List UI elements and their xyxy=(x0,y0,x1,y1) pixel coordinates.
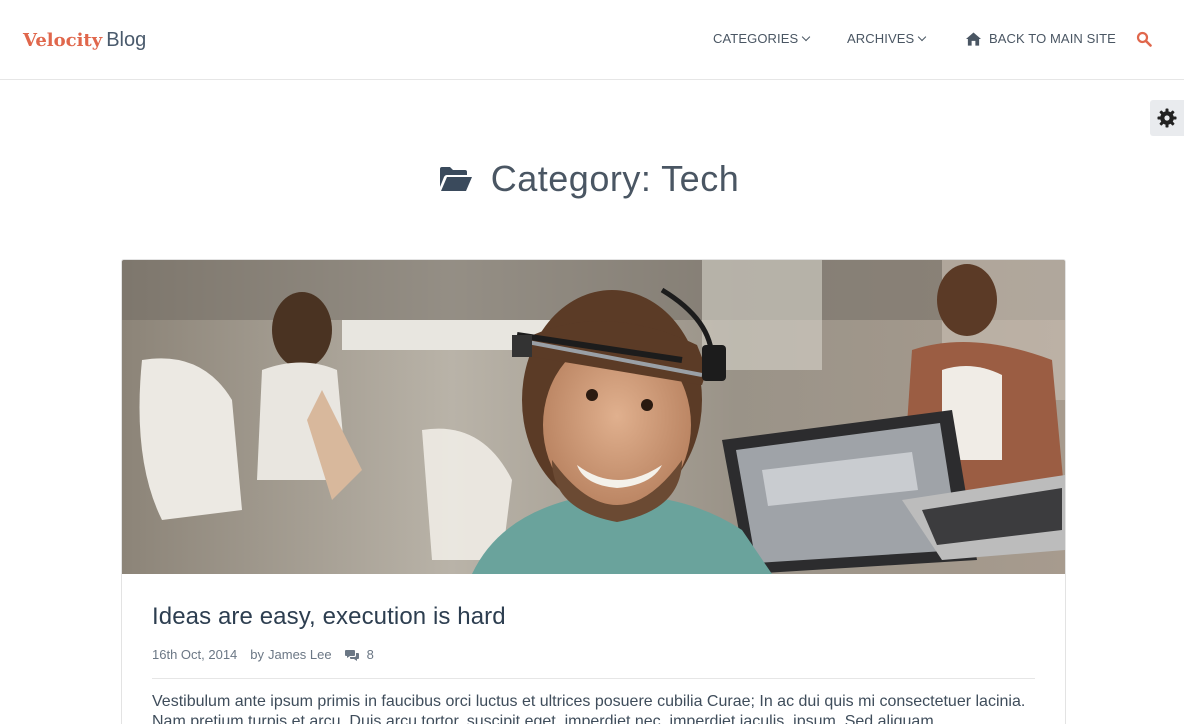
post-meta: 16th Oct, 2014 by James Lee 8 xyxy=(152,647,374,662)
nav-archives[interactable]: ARCHIVES xyxy=(847,31,927,46)
comments-icon xyxy=(344,649,359,661)
nav-archives-label: ARCHIVES xyxy=(847,31,915,46)
settings-toggle[interactable] xyxy=(1150,100,1184,136)
chevron-down-icon xyxy=(802,32,811,41)
nav-back-label: BACK TO MAIN SITE xyxy=(989,31,1116,46)
home-icon xyxy=(966,31,981,46)
post-date: 16th Oct, 2014 xyxy=(152,647,238,662)
nav-back-to-main-site[interactable]: BACK TO MAIN SITE xyxy=(966,31,1116,46)
chevron-down-icon xyxy=(918,32,927,41)
post-excerpt: Vestibulum ante ipsum primis in faucibus… xyxy=(152,693,1026,724)
post-divider xyxy=(152,678,1035,679)
search-icon xyxy=(1136,31,1152,47)
logo-suffix: Blog xyxy=(106,29,147,51)
folder-open-icon xyxy=(439,167,472,191)
post-comments-link[interactable]: 8 xyxy=(344,647,374,662)
post-author-link[interactable]: James Lee xyxy=(268,647,332,662)
nav-categories[interactable]: CATEGORIES xyxy=(713,31,811,46)
post-hero-image[interactable] xyxy=(122,260,1065,574)
site-header: Velocity Blog CATEGORIES ARCHIVES BACK TO… xyxy=(0,0,1184,80)
post-author-prefix: by xyxy=(250,647,265,662)
logo-brand: Velocity xyxy=(23,30,103,51)
search-button[interactable] xyxy=(1136,31,1152,47)
category-heading: Category: Tech xyxy=(0,158,1184,200)
nav-categories-label: CATEGORIES xyxy=(713,31,799,46)
post-title[interactable]: Ideas are easy, execution is hard xyxy=(152,603,506,631)
post-card: Ideas are easy, execution is hard 16th O… xyxy=(121,259,1066,724)
gear-icon xyxy=(1157,108,1177,128)
site-logo[interactable]: Velocity Blog xyxy=(23,27,146,54)
page-title: Category: Tech xyxy=(490,158,740,199)
post-comment-count: 8 xyxy=(366,647,374,662)
